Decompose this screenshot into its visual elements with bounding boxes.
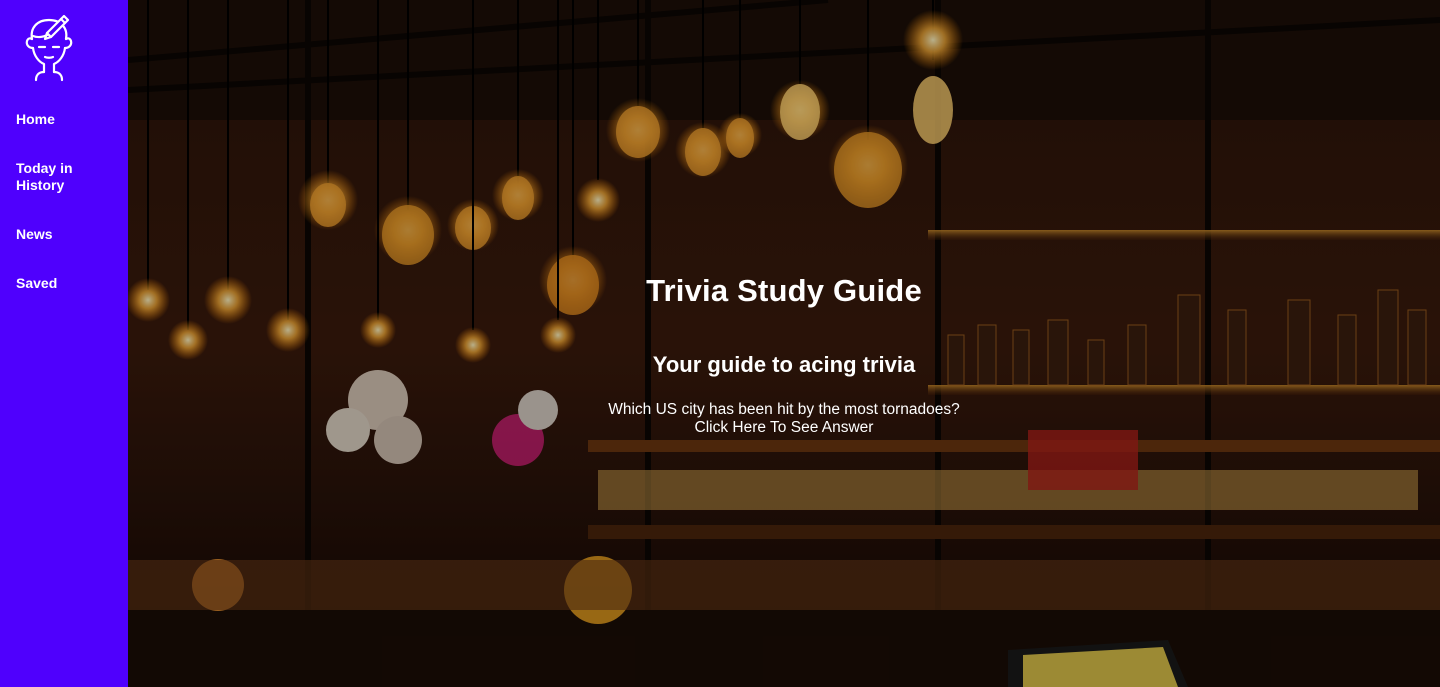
sidebar-item-saved[interactable]: Saved [16,275,116,292]
sidebar: Home Today in History News Saved [0,0,128,687]
see-answer-link[interactable]: Click Here To See Answer [128,419,1440,437]
app: Home Today in History News Saved Trivia … [0,0,1440,687]
page-subtitle: Your guide to acing trivia [652,352,916,377]
trivia-question: Which US city has been hit by the most t… [608,401,960,418]
sidebar-nav: Home Today in History News Saved [16,111,116,324]
head-with-pencil-icon[interactable] [20,14,78,82]
sidebar-item-news[interactable]: News [16,226,116,243]
page-title: Trivia Study Guide [646,273,922,308]
sidebar-item-today-in-history[interactable]: Today in History [16,160,116,194]
hero-content: Trivia Study Guide Your guide to acing t… [128,0,1440,687]
sidebar-item-home[interactable]: Home [16,111,116,128]
hero: Trivia Study Guide Your guide to acing t… [128,0,1440,687]
